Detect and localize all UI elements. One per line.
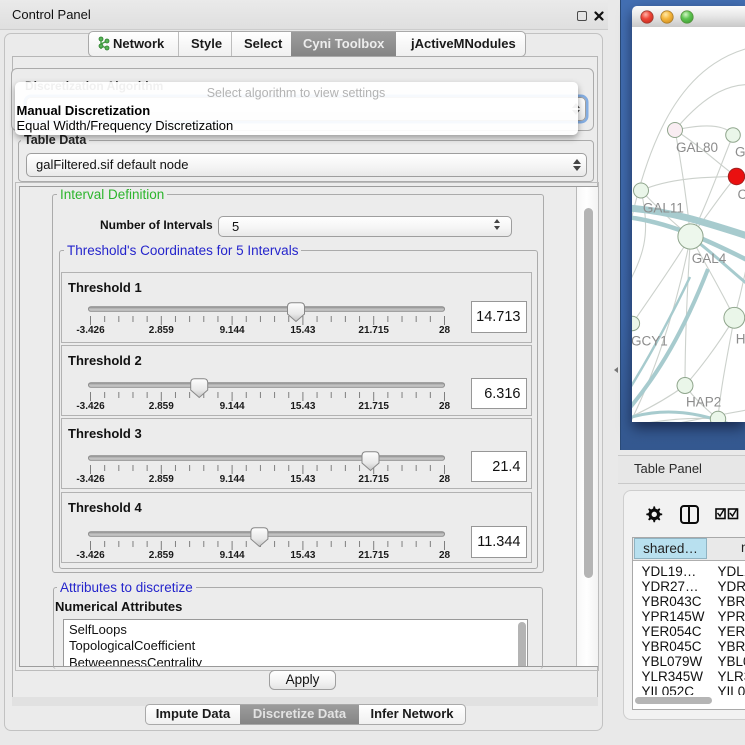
svg-text:21.715: 21.715 (358, 550, 389, 561)
svg-text:15.43: 15.43 (290, 325, 315, 336)
svg-text:9.144: 9.144 (220, 550, 245, 561)
svg-text:GAL11: GAL11 (643, 201, 684, 216)
svg-text:28: 28 (439, 401, 451, 412)
svg-text:21.715: 21.715 (358, 474, 389, 485)
svg-text:9.144: 9.144 (220, 325, 245, 336)
svg-text:9.144: 9.144 (220, 474, 245, 485)
svg-text:2.859: 2.859 (149, 474, 174, 485)
svg-text:2.859: 2.859 (149, 401, 174, 412)
svg-text:15.43: 15.43 (290, 401, 315, 412)
svg-text:21.715: 21.715 (358, 325, 389, 336)
svg-text:28: 28 (439, 550, 451, 561)
svg-text:21.715: 21.715 (358, 401, 389, 412)
svg-text:HAP2: HAP2 (686, 395, 721, 410)
svg-text:9.144: 9.144 (220, 401, 245, 412)
svg-text:GAL4: GAL4 (692, 251, 727, 266)
svg-text:15.43: 15.43 (290, 474, 315, 485)
svg-text:28: 28 (439, 325, 451, 336)
svg-text:2.859: 2.859 (149, 325, 174, 336)
svg-text:15.43: 15.43 (290, 550, 315, 561)
svg-text:28: 28 (439, 474, 451, 485)
svg-text:-3.426: -3.426 (76, 550, 105, 561)
svg-text:2.859: 2.859 (149, 550, 174, 561)
svg-text:-3.426: -3.426 (76, 325, 105, 336)
svg-text:GAL2: GAL2 (735, 145, 745, 160)
svg-text:HI: HI (736, 332, 745, 347)
svg-text:GAL80: GAL80 (676, 140, 718, 155)
svg-text:-3.426: -3.426 (76, 401, 105, 412)
svg-text:CY: CY (738, 187, 745, 202)
svg-text:-3.426: -3.426 (76, 474, 105, 485)
svg-text:GCY1: GCY1 (632, 334, 668, 349)
